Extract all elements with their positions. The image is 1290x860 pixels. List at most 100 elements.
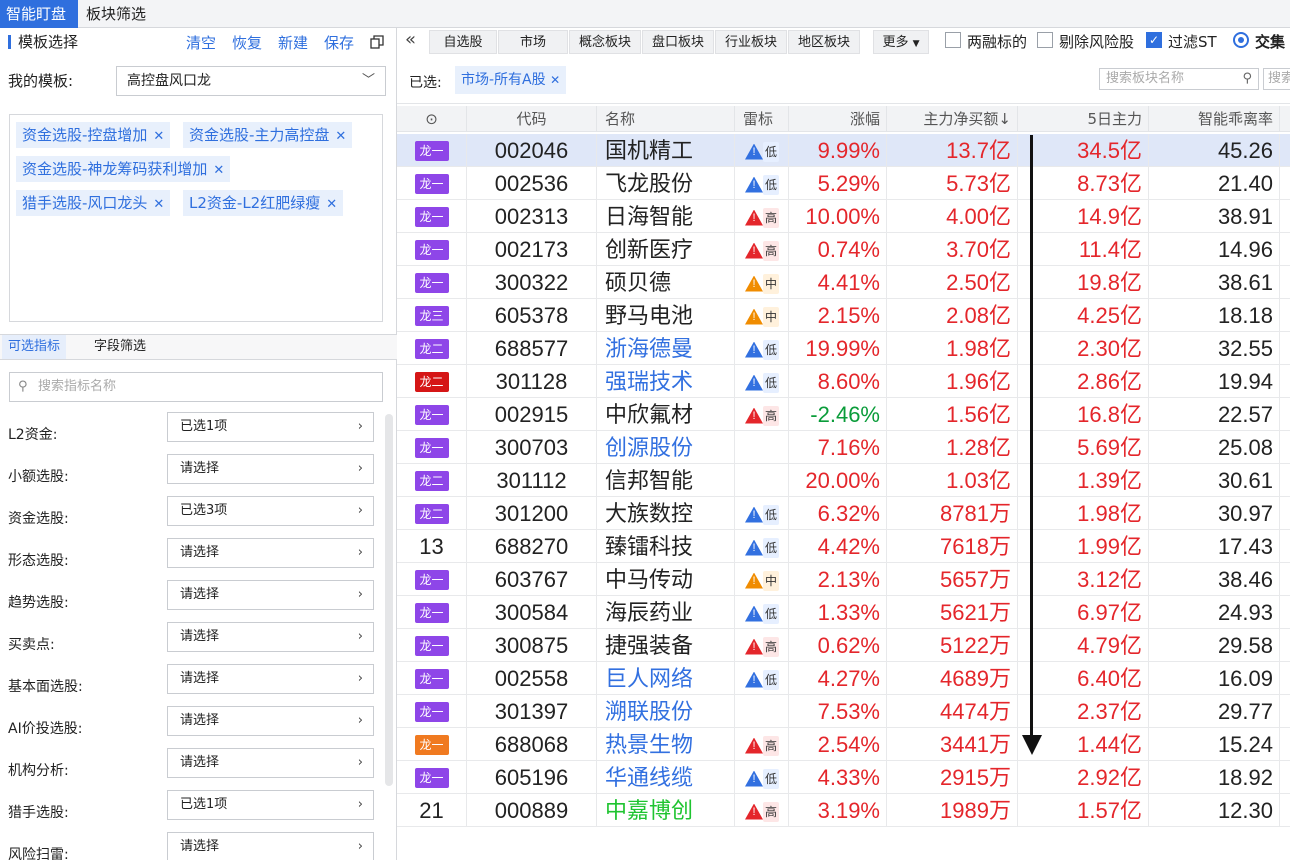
sector-search-input[interactable]: 搜索板块名称 ⚲ <box>1099 68 1259 90</box>
my-template-select[interactable]: 高控盘风口龙 ﹀ <box>116 66 386 96</box>
table-row[interactable]: 龙一 300584 海辰药业 ! 低 1.33% 5621万 6.97亿 24.9… <box>397 596 1290 629</box>
col-header[interactable]: 雷标 <box>735 106 789 132</box>
table-row[interactable]: 龙一 002536 飞龙股份 ! 低 5.29% 5.73亿 8.73亿 21.4… <box>397 167 1290 200</box>
copy-icon[interactable] <box>370 34 384 49</box>
indicator-select[interactable]: 请选择 › <box>167 706 374 736</box>
name-cell[interactable]: 捷强装备 <box>597 629 735 662</box>
indicator-select[interactable]: 已选1项 › <box>167 412 374 442</box>
settings-icon[interactable]: ⊙ <box>397 106 467 132</box>
close-icon[interactable]: ✕ <box>326 197 337 212</box>
tag-item[interactable]: 猎手选股-风口龙头 ✕ <box>16 190 171 216</box>
second-search-input[interactable]: 搜索 <box>1263 68 1290 90</box>
indicator-select[interactable]: 请选择 › <box>167 832 374 860</box>
btn-concept-sector[interactable]: 概念板块 <box>569 30 641 54</box>
tab-sector-filter[interactable]: 板块筛选 <box>80 0 160 28</box>
name-cell[interactable]: 大族数控 <box>597 497 735 530</box>
table-row[interactable]: 龙二 301128 强瑞技术 ! 低 8.60% 1.96亿 2.86亿 19.9… <box>397 365 1290 398</box>
indicator-search-input[interactable]: ⚲ 搜索指标名称 <box>9 372 383 402</box>
table-row[interactable]: 龙二 301112 信邦智能 20.00% 1.03亿 1.39亿 30.61 <box>397 464 1290 497</box>
name-cell[interactable]: 热景生物 <box>597 728 735 761</box>
name-cell[interactable]: 强瑞技术 <box>597 365 735 398</box>
btn-industry-sector[interactable]: 行业板块 <box>715 30 787 54</box>
btn-region-sector[interactable]: 地区板块 <box>788 30 860 54</box>
close-icon[interactable]: ✕ <box>335 129 346 144</box>
restore-button[interactable]: 恢复 <box>232 32 262 53</box>
tag-item[interactable]: 资金选股-神龙筹码获利增加 ✕ <box>16 156 231 182</box>
table-row[interactable]: 龙三 605378 野马电池 ! 中 2.15% 2.08亿 4.25亿 18.1… <box>397 299 1290 332</box>
exclude-risk-checkbox[interactable] <box>1037 32 1053 48</box>
selected-market-tag[interactable]: 市场-所有A股 ✕ <box>455 66 567 94</box>
new-button[interactable]: 新建 <box>278 32 308 53</box>
table-row[interactable]: 龙一 002313 日海智能 ! 高 10.00% 4.00亿 14.9亿 38.… <box>397 200 1290 233</box>
name-cell[interactable]: 溯联股份 <box>597 695 735 728</box>
indicator-select[interactable]: 请选择 › <box>167 622 374 652</box>
name-cell[interactable]: 飞龙股份 <box>597 167 735 200</box>
tag-item[interactable]: L2资金-L2红肥绿瘦 ✕ <box>183 190 344 216</box>
tab-optional-indicators[interactable]: 可选指标 <box>2 335 67 359</box>
col-header[interactable]: 涨幅 <box>789 106 887 132</box>
table-row[interactable]: 龙一 002046 国机精工 ! 低 9.99% 13.7亿 34.5亿 45.2… <box>397 134 1290 167</box>
name-cell[interactable]: 国机精工 <box>597 134 735 167</box>
indicator-select[interactable]: 已选3项 › <box>167 496 374 526</box>
bias-cell: 18.18 <box>1149 299 1280 332</box>
table-row[interactable]: 龙一 002173 创新医疗 ! 高 0.74% 3.70亿 11.4亿 14.9… <box>397 233 1290 266</box>
save-button[interactable]: 保存 <box>324 32 354 53</box>
indicator-select[interactable]: 请选择 › <box>167 454 374 484</box>
table-row[interactable]: 龙一 301397 溯联股份 7.53% 4474万 2.37亿 29.77 <box>397 695 1290 728</box>
tab-field-filter[interactable]: 字段筛选 <box>88 335 152 359</box>
col-header[interactable]: 代码 <box>467 106 597 132</box>
name-cell[interactable]: 中嘉博创 <box>597 794 735 827</box>
name-cell[interactable]: 创源股份 <box>597 431 735 464</box>
name-cell[interactable]: 中欣氟材 <box>597 398 735 431</box>
col-header[interactable]: 主力净买额↓ <box>887 106 1018 132</box>
name-cell[interactable]: 中马传动 <box>597 563 735 596</box>
table-row[interactable]: 龙一 688068 热景生物 ! 高 2.54% 3441万 1.44亿 15.2… <box>397 728 1290 761</box>
indicator-select[interactable]: 请选择 › <box>167 748 374 778</box>
name-cell[interactable]: 野马电池 <box>597 299 735 332</box>
name-cell[interactable]: 日海智能 <box>597 200 735 233</box>
table-row[interactable]: 龙二 301200 大族数控 ! 低 6.32% 8781万 1.98亿 30.9… <box>397 497 1290 530</box>
intersection-radio[interactable] <box>1233 32 1249 48</box>
table-row[interactable]: 龙一 300703 创源股份 7.16% 1.28亿 5.69亿 25.08 <box>397 431 1290 464</box>
table-row[interactable]: 龙一 605196 华通线缆 ! 低 4.33% 2915万 2.92亿 18.9… <box>397 761 1290 794</box>
btn-watchlist[interactable]: 自选股 <box>429 30 497 54</box>
indicator-select[interactable]: 已选1项 › <box>167 790 374 820</box>
btn-quote-sector[interactable]: 盘口板块 <box>642 30 714 54</box>
name-cell[interactable]: 华通线缆 <box>597 761 735 794</box>
indicator-select[interactable]: 请选择 › <box>167 664 374 694</box>
btn-market[interactable]: 市场 <box>498 30 568 54</box>
name-cell[interactable]: 浙海德曼 <box>597 332 735 365</box>
clear-button[interactable]: 清空 <box>186 32 216 53</box>
btn-more[interactable]: 更多 ▼ <box>873 30 929 54</box>
name-cell[interactable]: 创新医疗 <box>597 233 735 266</box>
table-row[interactable]: 21 000889 中嘉博创 ! 高 3.19% 1989万 1.57亿 12.3… <box>397 794 1290 827</box>
name-cell[interactable]: 硕贝德 <box>597 266 735 299</box>
table-row[interactable]: 13 688270 臻镭科技 ! 低 4.42% 7618万 1.99亿 17.4… <box>397 530 1290 563</box>
indicator-scrollbar[interactable] <box>385 414 393 786</box>
name-cell[interactable]: 臻镭科技 <box>597 530 735 563</box>
name-cell[interactable]: 信邦智能 <box>597 464 735 497</box>
close-icon[interactable]: ✕ <box>550 73 560 87</box>
table-row[interactable]: 龙二 688577 浙海德曼 ! 低 19.99% 1.98亿 2.30亿 32.… <box>397 332 1290 365</box>
col-header[interactable]: 名称 <box>597 106 735 132</box>
name-cell[interactable]: 巨人网络 <box>597 662 735 695</box>
table-row[interactable]: 龙一 300322 硕贝德 ! 中 4.41% 2.50亿 19.8亿 38.61 <box>397 266 1290 299</box>
close-icon[interactable]: ✕ <box>153 197 164 212</box>
table-row[interactable]: 龙一 002915 中欣氟材 ! 高 -2.46% 1.56亿 16.8亿 22.… <box>397 398 1290 431</box>
indicator-select[interactable]: 请选择 › <box>167 580 374 610</box>
tag-item[interactable]: 资金选股-主力高控盘 ✕ <box>183 122 353 148</box>
close-icon[interactable]: ✕ <box>153 129 164 144</box>
table-row[interactable]: 龙一 603767 中马传动 ! 中 2.13% 5657万 3.12亿 38.4… <box>397 563 1290 596</box>
close-icon[interactable]: ✕ <box>213 163 224 178</box>
col-header[interactable]: 智能乖离率 <box>1149 106 1280 132</box>
tab-smart-watch[interactable]: 智能盯盘 <box>0 0 78 28</box>
col-header[interactable]: 5日主力 <box>1018 106 1149 132</box>
tag-item[interactable]: 资金选股-控盘增加 ✕ <box>16 122 171 148</box>
table-row[interactable]: 龙一 002558 巨人网络 ! 低 4.27% 4689万 6.40亿 16.0… <box>397 662 1290 695</box>
margin-trading-checkbox[interactable] <box>945 32 961 48</box>
name-cell[interactable]: 海辰药业 <box>597 596 735 629</box>
collapse-icon[interactable]: « <box>405 29 416 50</box>
table-row[interactable]: 龙一 300875 捷强装备 ! 高 0.62% 5122万 4.79亿 29.5… <box>397 629 1290 662</box>
indicator-select[interactable]: 请选择 › <box>167 538 374 568</box>
filter-st-checkbox[interactable]: ✓ <box>1146 32 1162 48</box>
